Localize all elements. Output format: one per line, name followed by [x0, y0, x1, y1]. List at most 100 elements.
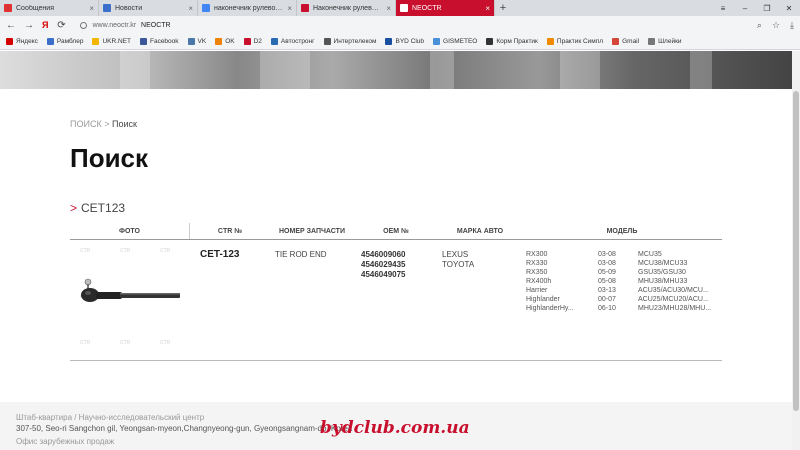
bookmarks-bar: Яндекс Рамблер UKR.NET Facebook VK OK D2 Автост…: [0, 34, 800, 50]
results-table-header: ФОТО CTR № НОМЕР ЗАПЧАСТИ OEM № МАРКА АВ…: [70, 223, 722, 240]
query-text: CET123: [81, 201, 126, 215]
col-header-ctr: CTR №: [217, 227, 243, 235]
close-window-icon[interactable]: ✕: [778, 0, 800, 16]
model-name: RX300: [526, 251, 548, 258]
breadcrumb-current: Поиск: [111, 119, 137, 129]
bookmark-item[interactable]: Интертелеком: [323, 38, 376, 45]
bookmark-item[interactable]: Facebook: [139, 38, 179, 45]
col-header-oem: OEM №: [383, 227, 409, 235]
url-host: www.neoctr.kr: [92, 21, 137, 29]
bookmark-item[interactable]: Gmail: [612, 38, 639, 45]
ctr-number-link[interactable]: CET-123: [200, 249, 239, 260]
bookmark-item[interactable]: D2: [243, 38, 262, 45]
browser-tab[interactable]: NEOCTR ×: [396, 0, 495, 16]
footer-hq-address: 307-50, Seo-ri Sangchon gil, Yeongsan-my…: [16, 424, 353, 433]
search-query: > CET123: [70, 201, 125, 215]
bookmark-label: UKR.NET: [102, 38, 131, 45]
bookmark-favicon-icon: [187, 38, 195, 45]
tab-close-icon[interactable]: ×: [386, 4, 391, 13]
model-code: ACU35/ACU30/MCU...: [638, 287, 709, 294]
tab-close-icon[interactable]: ×: [485, 4, 490, 13]
photo-watermark: CTR: [80, 248, 91, 254]
model-code: MHU38/MHU33: [638, 278, 688, 285]
bookmark-favicon-icon: [92, 38, 100, 45]
car-make: LEXUS: [442, 250, 469, 259]
model-row: RX400h 05-08 MHU38/MHU33: [526, 277, 726, 286]
bookmark-item[interactable]: Яндекс: [6, 38, 38, 45]
bookmark-item[interactable]: UKR.NET: [92, 38, 131, 45]
model-years: 00-07: [598, 296, 616, 303]
tab-close-icon[interactable]: ×: [89, 4, 94, 13]
oem-numbers: 4546009060 4546029435 4546049075: [361, 250, 406, 280]
model-code: MCU38/MCU33: [638, 260, 688, 267]
tab-favicon-icon: [103, 4, 111, 12]
bookmark-favicon-icon: [648, 38, 656, 45]
bookmark-item[interactable]: Практик Симпл: [546, 38, 603, 45]
model-row: Harrier 03-13 ACU35/ACU30/MCU...: [526, 286, 726, 295]
menu-icon[interactable]: ≡: [712, 0, 734, 16]
bookmark-label: Яндекс: [16, 38, 38, 45]
bookmark-label: Шлейки: [658, 38, 682, 45]
hero-banner-image: [0, 51, 792, 89]
model-row: HighlanderHy... 06-10 MHU23/MHU28/MHU...: [526, 304, 726, 313]
bookmark-item[interactable]: Корм Практик: [486, 38, 538, 45]
bookmark-label: Рамблер: [56, 38, 84, 45]
minimize-icon[interactable]: –: [734, 0, 756, 16]
col-header-photo: ФОТО: [70, 223, 190, 239]
yandex-logo-icon[interactable]: Я: [42, 20, 48, 30]
back-icon[interactable]: ←: [6, 20, 16, 31]
model-row: RX330 03-08 MCU38/MCU33: [526, 259, 726, 268]
bookmark-label: OK: [225, 38, 235, 45]
bookmark-item[interactable]: Рамблер: [46, 38, 84, 45]
tie-rod-end-image: [81, 278, 180, 302]
bookmark-item[interactable]: GISMETEO: [433, 38, 477, 45]
scrollbar-thumb[interactable]: [793, 91, 799, 411]
bookmark-item[interactable]: OK: [215, 38, 235, 45]
model-years: 03-08: [598, 260, 616, 267]
tab-label: наконечник рулевой CTR: [214, 4, 283, 12]
bookmark-item[interactable]: BYD Club: [385, 38, 424, 45]
tab-close-icon[interactable]: ×: [287, 4, 292, 13]
forward-icon[interactable]: →: [24, 20, 34, 31]
model-code: MHU23/MHU28/MHU...: [638, 305, 712, 312]
bookmark-favicon-icon: [6, 38, 13, 45]
footer-hq-title: Штаб-квартира / Научно-исследовательский…: [16, 413, 205, 422]
model-name: HighlanderHy...: [526, 305, 574, 312]
browser-tab[interactable]: Наконечник рулевой CTR ×: [297, 0, 396, 16]
model-years: 03-08: [598, 251, 616, 258]
url-field[interactable]: www.neoctr.kr NEOCTR: [80, 21, 171, 29]
model-list: RX300 03-08 MCU35 RX330 03-08 MCU38/MCU33 RX35…: [526, 250, 726, 313]
model-years: 05-08: [598, 278, 616, 285]
model-row: RX350 05-09 GSU35/GSU30: [526, 268, 726, 277]
bookmark-favicon-icon: [612, 38, 620, 45]
browser-tab[interactable]: Новости ×: [99, 0, 198, 16]
breadcrumb-root-link[interactable]: ПОИСК: [70, 119, 102, 129]
reload-icon[interactable]: ⟳: [56, 20, 66, 31]
footer-overseas-title: Офис зарубежных продаж: [16, 437, 115, 446]
model-name: RX330: [526, 260, 548, 267]
site-info-icon[interactable]: [80, 21, 88, 29]
query-marker: >: [70, 201, 78, 215]
bookmark-star-icon[interactable]: ☆: [772, 20, 780, 31]
bookmark-item[interactable]: Шлейки: [648, 38, 682, 45]
tab-close-icon[interactable]: ×: [188, 4, 193, 13]
browser-tab[interactable]: наконечник рулевой CTR ×: [198, 0, 297, 16]
bookmark-item[interactable]: Автостронг: [270, 38, 315, 45]
maximize-icon[interactable]: ❐: [756, 0, 778, 16]
search-icon[interactable]: ⌕: [757, 20, 762, 31]
bookmark-label: Автостронг: [280, 38, 315, 45]
download-icon[interactable]: ⤓: [790, 20, 794, 31]
bookmark-label: Gmail: [622, 38, 640, 45]
photo-watermark: CTR: [160, 340, 171, 346]
part-photo[interactable]: CTR CTR CTR CTR CTR CTR CTR CTR CTR: [70, 246, 188, 356]
table-row[interactable]: CTR CTR CTR CTR CTR CTR CTR CTR CTR CET-…: [70, 240, 722, 360]
model-years: 03-13: [598, 287, 616, 294]
bookmark-favicon-icon: [546, 38, 554, 45]
browser-tab[interactable]: Сообщения ×: [0, 0, 99, 16]
new-tab-button[interactable]: +: [495, 0, 511, 16]
model-code: GSU35/GSU30: [638, 269, 686, 276]
car-make: TOYOTA: [442, 260, 475, 269]
browser-tab-bar: Сообщения×Новости×наконечник рулевой CTR…: [0, 0, 800, 16]
page-scrollbar[interactable]: [792, 51, 800, 450]
bookmark-item[interactable]: VK: [187, 38, 206, 45]
